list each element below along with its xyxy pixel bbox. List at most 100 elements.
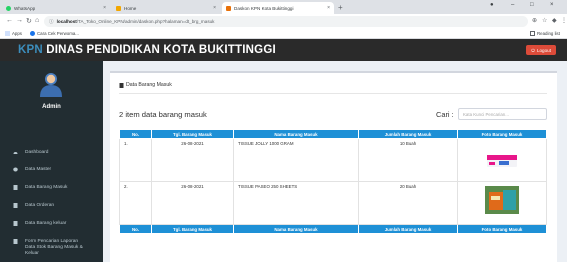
tissue-paseo-product-photo[interactable]	[485, 186, 519, 214]
site-icon	[226, 5, 231, 11]
cell-nama-barang: TISSUE PASEO 250 SHEETS	[233, 181, 359, 225]
forward-arrow-icon[interactable]: →	[16, 17, 23, 24]
file-icon	[13, 239, 18, 244]
file-icon	[13, 203, 18, 208]
reload-icon[interactable]: ↻	[26, 17, 32, 25]
cell-tanggal: 26-08-2021	[151, 138, 234, 182]
tab-title: WhatsApp	[14, 5, 36, 11]
reading-list-label: Reading list	[537, 31, 560, 36]
sidebar: Admin Dashboard Data Master Data Barang …	[0, 61, 103, 262]
cell-jumlah: 20 Buah	[358, 181, 458, 225]
reading-list[interactable]: Reading list	[530, 31, 560, 36]
back-arrow-icon[interactable]: ←	[6, 17, 13, 24]
address-bar[interactable]: ⓘ localhost/TA_Toko_Online_KPN/admin/das…	[44, 16, 528, 27]
dashboard-icon	[13, 152, 18, 154]
sidebar-item-barang-masuk[interactable]: Data Barang Masuk	[0, 185, 103, 190]
close-tab-icon[interactable]: ×	[103, 5, 106, 11]
close-tab-icon[interactable]: ×	[213, 5, 216, 11]
search-input[interactable]	[458, 108, 547, 120]
file-icon	[13, 221, 18, 226]
sidebar-item-label: Form Pencarian Laporan Data Stok Barang …	[25, 239, 83, 256]
sidebar-item-dashboard[interactable]: Dashboard	[0, 150, 103, 155]
barang-masuk-table: No. Tgl. Barang Masuk Nama Barang Masuk …	[119, 129, 547, 234]
profile-icon[interactable]: ●	[490, 2, 494, 8]
cell-no: 1.	[119, 138, 152, 182]
sidebar-item-label: Data Barang Masuk	[25, 185, 68, 190]
logout-button[interactable]: ⏻ Logout	[526, 45, 556, 55]
sidebar-item-label: Dashboard	[25, 150, 49, 155]
column-header: Jumlah Barang Masuk	[358, 129, 458, 139]
sidebar-item-label: Data Barang keluar	[25, 221, 67, 226]
box-title: Data Barang Masuk	[119, 82, 172, 88]
browser-toolbar: ← → ↻ ⌂ ⓘ localhost/TA_Toko_Online_KPN/a…	[0, 14, 567, 29]
sidebar-item-label: Data Master	[25, 167, 52, 172]
cell-nama-barang: TISSUE JOLLY 1000 GRAM	[233, 138, 359, 182]
column-footer: Nama Barang Masuk	[233, 224, 359, 234]
user-panel: Admin	[0, 61, 103, 141]
column-header: Tgl. Barang Masuk	[151, 129, 234, 139]
browser-tab-daskon[interactable]: Daskon KPN Kota Bukittinggi ×	[222, 2, 334, 14]
cell-foto	[457, 181, 547, 225]
tab-title: Daskon KPN Kota Bukittinggi	[234, 5, 294, 11]
brand-title[interactable]: KPN DINAS PENDIDIKAN KOTA BUKITTINGGI	[18, 44, 276, 56]
table-footer-row: No. Tgl. Barang Masuk Nama Barang Masuk …	[119, 224, 547, 234]
minimize-icon[interactable]: –	[511, 2, 514, 8]
brand-accent: KPN	[18, 44, 43, 56]
file-icon	[119, 82, 124, 88]
bookmark-favicon-icon	[30, 31, 35, 36]
sidebar-item-barang-keluar[interactable]: Data Barang keluar	[0, 221, 103, 226]
browser-tab-home[interactable]: Home ×	[112, 2, 220, 14]
database-icon	[13, 167, 18, 172]
main-content: Data Barang Masuk 2 item data barang mas…	[103, 61, 567, 262]
sidebar-item-label: Data Orderan	[25, 203, 55, 208]
column-footer: Jumlah Barang Masuk	[358, 224, 458, 234]
table-header-row: No. Tgl. Barang Masuk Nama Barang Masuk …	[119, 129, 547, 139]
sidebar-item-data-master[interactable]: Data Master	[0, 167, 103, 172]
column-header: No.	[119, 129, 152, 139]
tab-title: Home	[124, 5, 137, 11]
browser-tab-whatsapp[interactable]: WhatsApp ×	[2, 2, 110, 14]
cell-foto	[457, 138, 547, 182]
reading-list-icon	[530, 31, 535, 36]
table-row: 1. 26-08-2021 TISSUE JOLLY 1000 GRAM 10 …	[119, 138, 547, 182]
cell-jumlah: 10 Buah	[358, 138, 458, 182]
url-host: localhost	[56, 19, 77, 24]
maximize-icon[interactable]: □	[530, 2, 534, 8]
browser-tab-bar: WhatsApp × Home × Daskon KPN Kota Bukitt…	[0, 0, 567, 14]
extensions-icon[interactable]: ◆	[552, 17, 557, 24]
close-tab-icon[interactable]: ×	[327, 5, 330, 11]
bookmark-label: Cara Cek Perwoma...	[37, 31, 79, 36]
home-page-icon	[116, 5, 121, 11]
user-avatar-icon	[40, 73, 62, 97]
admin-page: KPN DINAS PENDIDIKAN KOTA BUKITTINGGI ⏻ …	[0, 39, 567, 262]
user-name: Admin	[42, 104, 61, 110]
menu-dots-icon[interactable]: ⋮	[561, 17, 567, 24]
new-tab-icon[interactable]: +	[338, 3, 343, 12]
close-window-icon[interactable]: ×	[550, 2, 554, 8]
column-header: Foto Barang Masuk	[457, 129, 547, 139]
search-label: Cari :	[436, 110, 454, 119]
file-icon	[13, 185, 18, 190]
sidebar-item-laporan[interactable]: Form Pencarian Laporan Data Stok Barang …	[0, 239, 103, 257]
divider	[119, 93, 547, 94]
sidebar-item-orderan[interactable]: Data Orderan	[0, 203, 103, 208]
box-title-text: Data Barang Masuk	[126, 82, 172, 88]
column-footer: Foto Barang Masuk	[457, 224, 547, 234]
column-footer: No.	[119, 224, 152, 234]
home-icon[interactable]: ⌂	[35, 17, 39, 24]
item-count-text: 2 item data barang masuk	[119, 110, 207, 119]
cell-tanggal: 26-08-2021	[151, 181, 234, 225]
apps-grid-icon	[5, 31, 10, 36]
bookmark-star-icon[interactable]: ☆	[542, 17, 547, 24]
table-row: 2. 26-08-2021 TISSUE PASEO 250 SHEETS 20…	[119, 181, 547, 225]
cell-no: 2.	[119, 181, 152, 225]
power-icon: ⏻	[531, 47, 535, 53]
info-icon[interactable]: ⓘ	[49, 19, 54, 25]
bookmark-apps[interactable]: Apps	[5, 31, 22, 36]
bookmark-label: Apps	[12, 31, 23, 36]
bookmark-cara-cek[interactable]: Cara Cek Perwoma...	[30, 31, 79, 36]
column-footer: Tgl. Barang Masuk	[151, 224, 234, 234]
whatsapp-icon	[6, 5, 11, 11]
zoom-icon[interactable]: ⊕	[532, 17, 537, 24]
tissue-jolly-product-photo[interactable]	[485, 143, 519, 171]
